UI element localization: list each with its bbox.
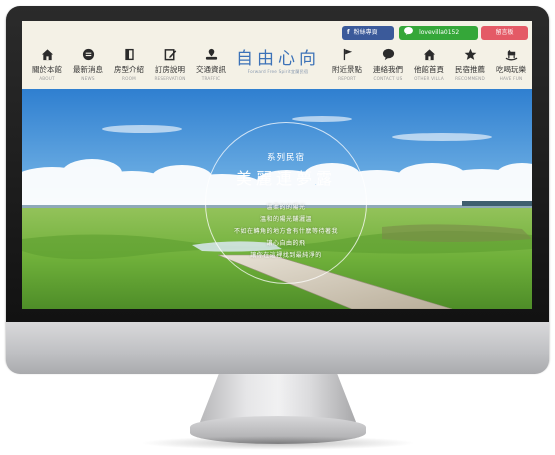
nav-about-label: 關於本館 bbox=[32, 65, 62, 74]
nav-traffic-en: TRAFFIC bbox=[201, 76, 221, 81]
facebook-label: 粉絲專頁 bbox=[353, 29, 378, 36]
nav-room-label: 房型介紹 bbox=[114, 65, 144, 74]
nav-other-villa-en: OTHER VILLA bbox=[414, 76, 444, 81]
hero-title: 美麗連夢露 bbox=[235, 169, 336, 188]
house-icon bbox=[423, 49, 435, 61]
monitor-chin bbox=[6, 322, 549, 374]
site-logo[interactable]: 自由心向 Forward Free Spirit宜蘭民宿 bbox=[230, 49, 326, 87]
door-icon bbox=[124, 48, 134, 61]
guestbook-label: 留言板 bbox=[495, 29, 514, 36]
nav-contact-en: CONTACT US bbox=[373, 76, 403, 81]
star-icon bbox=[464, 48, 476, 60]
hero-line-2: 溫和的陽光鋪灑溫 bbox=[259, 216, 312, 223]
nav-reservation-en: RESERVATION bbox=[154, 76, 186, 81]
site-header: f 粉絲專頁 lovevilla0152 留言板 關於本館 ABOUT 最新消息 … bbox=[22, 21, 532, 89]
nav-report-label: 附近景點 bbox=[332, 65, 362, 74]
hero-line-4: 讓心自由的飛 bbox=[266, 240, 306, 247]
nav-news-en: NEWS bbox=[81, 76, 95, 81]
nav-contact[interactable]: 連絡我們 CONTACT US bbox=[369, 48, 407, 86]
rocking-horse-icon bbox=[505, 49, 517, 61]
line-label: lovevilla0152 bbox=[419, 29, 460, 36]
nav-recommend-label: 民宿推薦 bbox=[455, 65, 485, 74]
nav-report-en: REPORT bbox=[338, 76, 356, 81]
nav-traffic-label: 交通資訊 bbox=[196, 65, 226, 74]
stand-shadow bbox=[140, 436, 416, 450]
car-icon bbox=[205, 48, 217, 60]
nav-have-fun[interactable]: 吃喝玩樂 HAVE FUN bbox=[492, 48, 530, 86]
line-icon bbox=[404, 27, 415, 36]
nav-reservation[interactable]: 訂房說明 RESERVATION bbox=[151, 48, 189, 86]
nav-report[interactable]: 附近景點 REPORT bbox=[328, 48, 366, 86]
nav-other-villa-label: 他館首頁 bbox=[414, 65, 444, 74]
nav-recommend-en: RECOMMEND bbox=[455, 76, 485, 81]
facebook-icon: f bbox=[347, 29, 350, 36]
line-id-button[interactable]: lovevilla0152 bbox=[399, 26, 478, 40]
nav-other-villa[interactable]: 他館首頁 OTHER VILLA bbox=[410, 48, 448, 86]
nav-reservation-label: 訂房說明 bbox=[155, 65, 185, 74]
hero-line-3: 不如在轉角的地方會有什麼等待著我 bbox=[233, 228, 338, 235]
chat-icon bbox=[382, 48, 394, 61]
nav-news-label: 最新消息 bbox=[73, 65, 103, 74]
nav-have-fun-en: HAVE FUN bbox=[499, 76, 523, 81]
nav-recommend[interactable]: 民宿推薦 RECOMMEND bbox=[451, 48, 489, 86]
logo-tagline: Forward Free Spirit宜蘭民宿 bbox=[247, 69, 309, 74]
house-icon bbox=[41, 49, 53, 61]
nav-contact-label: 連絡我們 bbox=[373, 65, 403, 74]
guestbook-button[interactable]: 留言板 bbox=[481, 26, 528, 40]
nav-news[interactable]: 最新消息 NEWS bbox=[69, 48, 107, 86]
nav-about-en: ABOUT bbox=[39, 76, 55, 81]
nav-about[interactable]: 關於本館 ABOUT bbox=[28, 48, 66, 86]
facebook-fanpage-button[interactable]: f 粉絲專頁 bbox=[342, 26, 394, 40]
hero-subtitle: 系列民宿 bbox=[266, 153, 305, 163]
monitor-stand bbox=[200, 374, 356, 422]
hero-line-5: 讓你在這裡找到最純淨的 bbox=[250, 252, 322, 259]
flag-icon bbox=[343, 48, 352, 61]
screen: f 粉絲專頁 lovevilla0152 留言板 關於本館 ABOUT 最新消息 … bbox=[22, 21, 532, 309]
nav-room[interactable]: 房型介紹 ROOM bbox=[110, 48, 148, 86]
nav-traffic[interactable]: 交通資訊 TRAFFIC bbox=[192, 48, 230, 86]
logo-title: 自由心向 bbox=[236, 49, 320, 69]
hero-banner: 系列民宿 美麗連夢露 溫柔的的陽光 溫和的陽光鋪灑溫 不如在轉角的地方會有什麼等… bbox=[22, 89, 532, 309]
hero-line-1: 溫柔的的陽光 bbox=[266, 204, 306, 211]
news-icon bbox=[82, 48, 94, 61]
nav-room-en: ROOM bbox=[122, 76, 136, 81]
nav-have-fun-label: 吃喝玩樂 bbox=[496, 65, 526, 74]
pencil-icon bbox=[164, 49, 176, 61]
